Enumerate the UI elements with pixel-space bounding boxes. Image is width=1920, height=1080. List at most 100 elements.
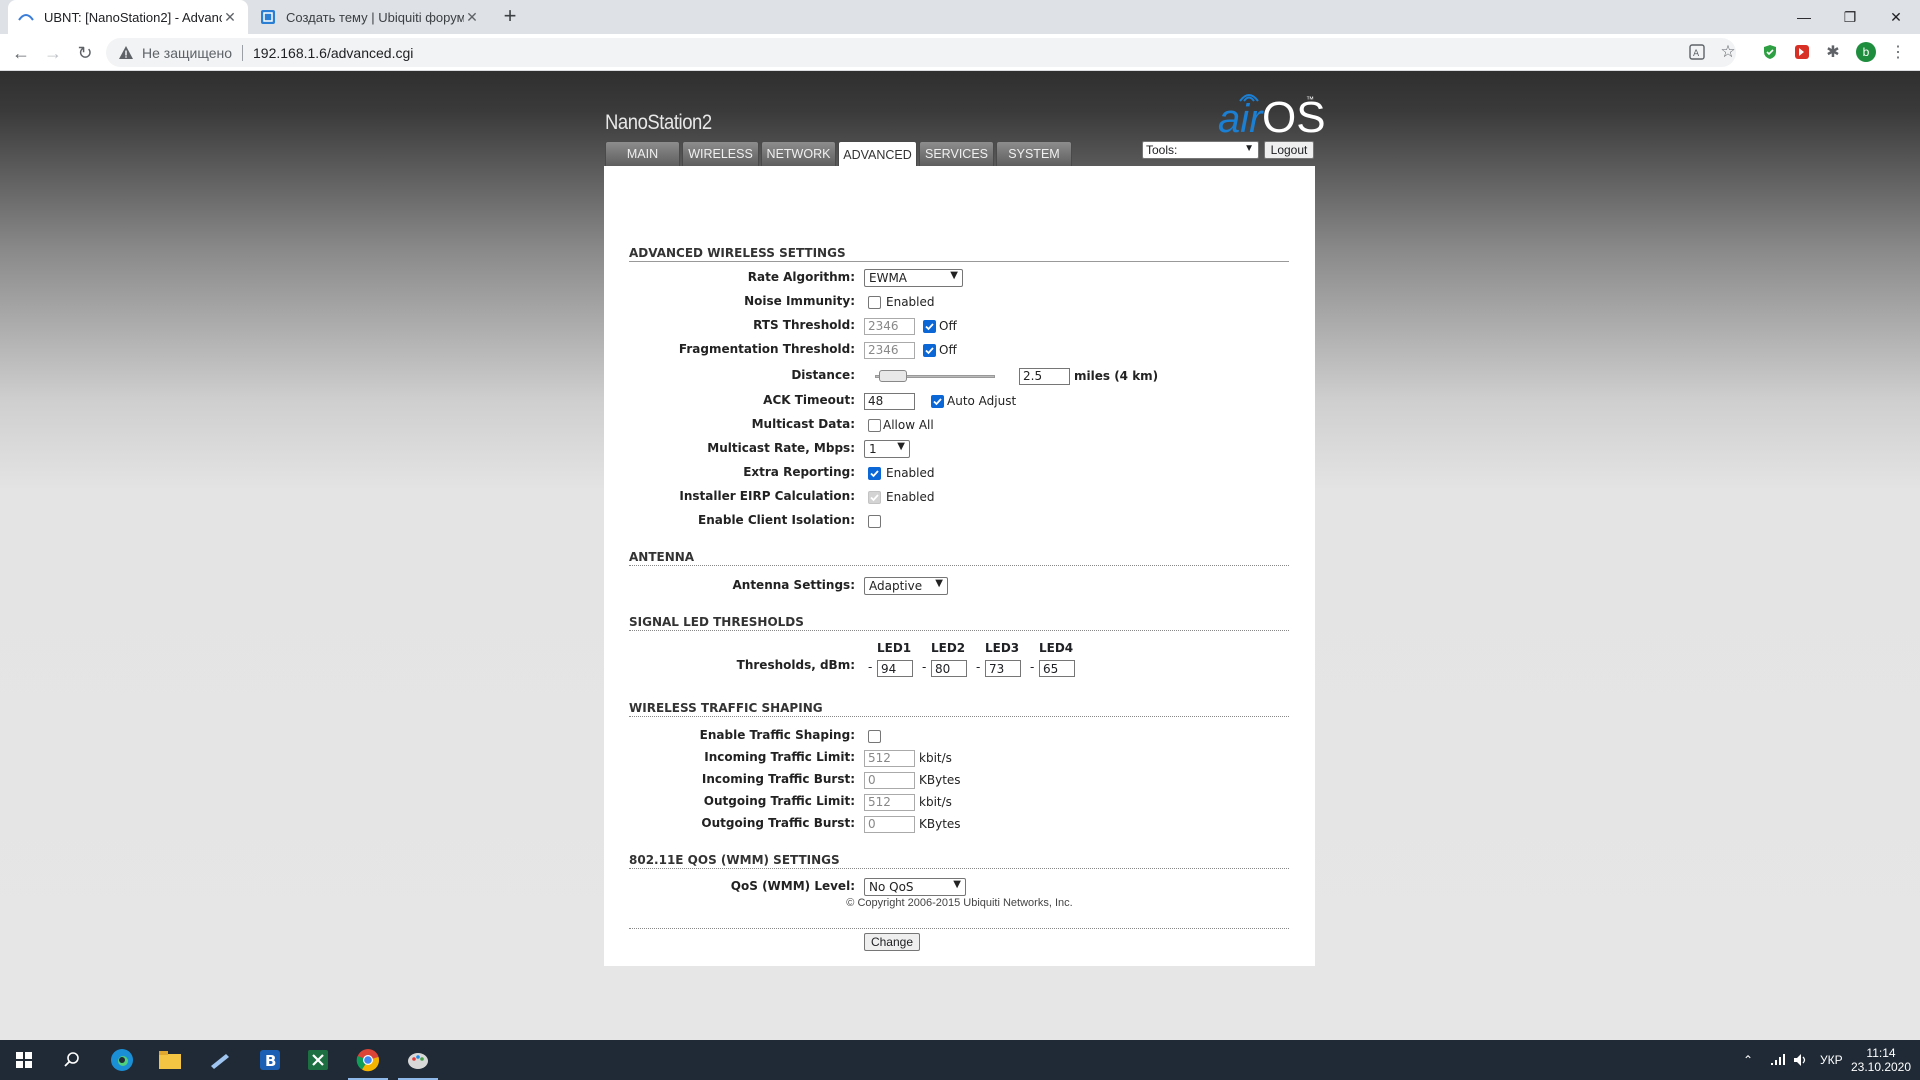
chrome-icon[interactable] (344, 1040, 392, 1080)
forward-arrow-icon[interactable]: → (39, 39, 67, 67)
distance-slider-handle[interactable] (879, 370, 907, 382)
distance-input[interactable]: 2.5 (1019, 367, 1070, 385)
address-bar[interactable]: Не защищено 192.168.1.6/advanced.cgi (106, 38, 1736, 67)
incoming-limit-unit: kbit/s (919, 751, 952, 765)
row-multicast-rate: Multicast Rate, Mbps: 1 ▼ (604, 439, 1315, 459)
translate-icon[interactable]: A (1687, 42, 1707, 62)
chevron-down-icon: ▼ (950, 270, 958, 281)
client-isolation-checkbox[interactable] (868, 514, 881, 528)
ack-timeout-input[interactable]: 48 (864, 392, 915, 410)
windows-start-icon[interactable] (0, 1040, 48, 1080)
row-incoming-limit: Incoming Traffic Limit: 512 kbit/s (604, 748, 1315, 768)
row-client-isolation: Enable Client Isolation: (604, 511, 1315, 531)
led2-input[interactable]: 80 (931, 660, 967, 677)
row-fragmentation-threshold: Fragmentation Threshold: 2346 Off (604, 340, 1315, 360)
excel-icon[interactable] (294, 1040, 342, 1080)
label-installer-eirp: Installer EIRP Calculation: (679, 489, 855, 503)
change-button[interactable]: Change (864, 933, 920, 951)
logout-button[interactable]: Logout (1264, 141, 1314, 159)
extensions-puzzle-icon[interactable]: ✱ (1823, 42, 1843, 62)
tools-select[interactable]: Tools: ▼ (1142, 141, 1259, 159)
auto-adjust-text: Auto Adjust (947, 394, 1017, 408)
rate-algorithm-select[interactable]: EWMA ▼ (864, 269, 963, 287)
svg-text:B: B (265, 1052, 276, 1070)
fragmentation-off-checkbox[interactable] (923, 343, 936, 357)
check-icon (925, 322, 934, 330)
multicast-rate-select[interactable]: 1 ▼ (864, 440, 910, 458)
section-title-qos: 802.11E QOS (WMM) SETTINGS (629, 853, 1289, 869)
window-close-icon[interactable]: ✕ (1873, 0, 1919, 34)
minimize-icon[interactable]: — (1781, 0, 1827, 34)
outgoing-burst-input[interactable]: 0 (864, 815, 915, 833)
tab-services[interactable]: SERVICES (919, 141, 994, 166)
outgoing-limit-input[interactable]: 512 (864, 793, 915, 811)
browser-tab-inactive[interactable]: Создать тему | Ubiquiti форум U ✕ (250, 0, 490, 34)
tab-advanced[interactable]: ADVANCED (838, 141, 917, 167)
menu-dots-icon[interactable]: ⋮ (1888, 42, 1908, 62)
label-multicast-data: Multicast Data: (751, 417, 855, 431)
tab-network[interactable]: NETWORK (761, 141, 836, 166)
network-icon[interactable] (1770, 1040, 1786, 1080)
close-icon[interactable]: ✕ (464, 9, 480, 26)
antenna-settings-select[interactable]: Adaptive ▼ (864, 577, 948, 595)
shield-extension-icon[interactable] (1760, 42, 1780, 62)
label-led-thresholds: Thresholds, dBm: (736, 658, 855, 672)
profile-avatar[interactable]: b (1856, 42, 1876, 62)
tab-wireless[interactable]: WIRELESS (682, 141, 759, 166)
label-noise-immunity: Noise Immunity: (744, 294, 855, 308)
fragmentation-threshold-input[interactable]: 2346 (864, 341, 915, 359)
b-app-icon[interactable]: B (246, 1040, 294, 1080)
distance-slider[interactable] (875, 368, 995, 384)
paint-app-icon[interactable] (394, 1040, 442, 1080)
rts-off-checkbox[interactable] (923, 319, 936, 333)
section-title-antenna: ANTENNA (629, 550, 1289, 566)
chevron-down-icon: ▼ (897, 441, 905, 452)
label-extra-reporting: Extra Reporting: (743, 465, 855, 479)
bookmark-star-icon[interactable]: ☆ (1718, 42, 1738, 62)
led4-input[interactable]: 65 (1039, 660, 1075, 677)
close-icon[interactable]: ✕ (222, 9, 238, 26)
new-tab-plus-icon[interactable]: + (498, 5, 522, 29)
tab-system[interactable]: SYSTEM (996, 141, 1072, 166)
rts-threshold-input[interactable]: 2346 (864, 317, 915, 335)
edge-browser-icon[interactable] (98, 1040, 146, 1080)
noise-immunity-checkbox[interactable] (868, 295, 881, 309)
search-icon[interactable] (48, 1040, 96, 1080)
file-explorer-icon[interactable] (146, 1040, 194, 1080)
browser-tab-active[interactable]: UBNT: [NanoStation2] - Advance ✕ (8, 0, 248, 34)
outgoing-limit-unit: kbit/s (919, 795, 952, 809)
browser-tab-title: UBNT: [NanoStation2] - Advance (44, 9, 222, 25)
red-extension-icon[interactable] (1792, 42, 1812, 62)
incoming-burst-input[interactable]: 0 (864, 771, 915, 789)
auto-adjust-checkbox[interactable] (931, 394, 944, 408)
led3-input[interactable]: 73 (985, 660, 1021, 677)
check-icon (933, 397, 942, 405)
incoming-limit-input[interactable]: 512 (864, 749, 915, 767)
led2-minus: - (922, 660, 927, 674)
reload-icon[interactable]: ↻ (71, 39, 99, 67)
footer-divider (629, 928, 1289, 929)
row-distance: Distance: 2.5 miles (4 km) (604, 366, 1315, 386)
volume-icon[interactable] (1793, 1040, 1809, 1080)
led1-header: LED1 (877, 641, 912, 655)
language-indicator[interactable]: УКР (1820, 1040, 1843, 1080)
tray-chevron-up-icon[interactable]: ⌃ (1743, 1040, 1753, 1080)
led2-header: LED2 (931, 641, 966, 655)
label-qos-level: QoS (WMM) Level: (730, 879, 855, 893)
label-incoming-burst: Incoming Traffic Burst: (701, 772, 855, 786)
qos-level-select[interactable]: No QoS ▼ (864, 878, 966, 896)
ubnt-favicon-icon (18, 9, 34, 25)
back-arrow-icon[interactable]: ← (7, 39, 35, 67)
multicast-allow-all-checkbox[interactable] (868, 418, 881, 432)
profile-initial: b (1856, 42, 1876, 62)
led1-input[interactable]: 94 (877, 660, 913, 677)
chevron-down-icon: ▼ (1244, 143, 1254, 154)
address-separator (242, 44, 243, 61)
extra-reporting-checkbox[interactable] (868, 466, 881, 480)
tools-select-value: Tools: (1146, 143, 1178, 157)
clock[interactable]: 11:14 23.10.2020 (1851, 1040, 1911, 1080)
tab-main[interactable]: MAIN (605, 141, 680, 166)
traffic-shaping-checkbox[interactable] (868, 729, 881, 743)
pen-app-icon[interactable] (196, 1040, 244, 1080)
restore-icon[interactable]: ❐ (1827, 0, 1873, 34)
